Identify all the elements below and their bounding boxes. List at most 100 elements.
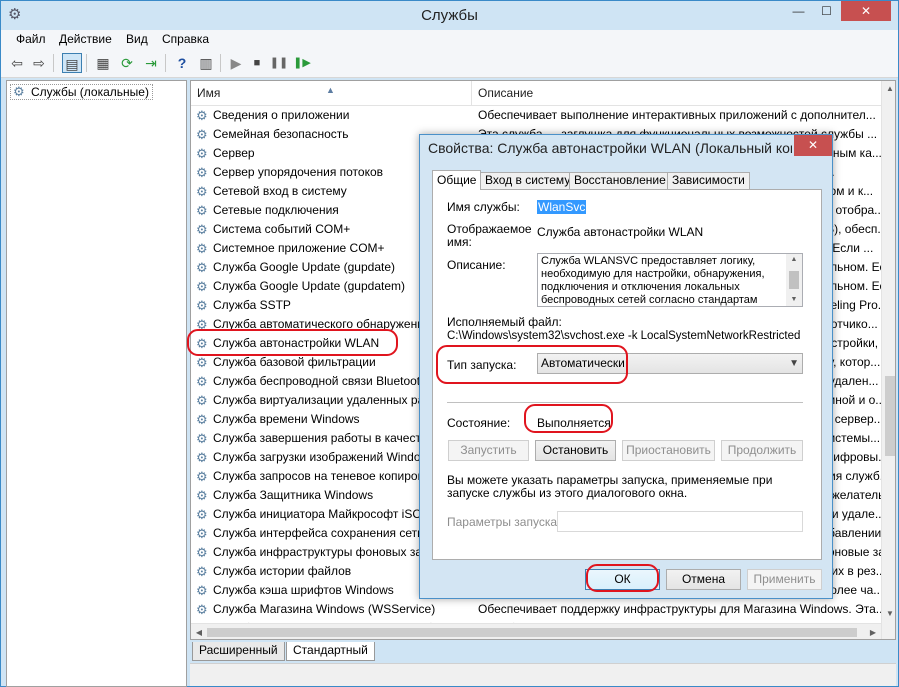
properties-icon[interactable]: ▦ <box>93 53 113 73</box>
apply-button[interactable]: Применить <box>747 569 822 590</box>
status-label: Состояние: <box>447 416 511 430</box>
service-gear-icon: ⚙ <box>196 602 208 617</box>
service-gear-icon: ⚙ <box>196 564 208 579</box>
display-name-value: Служба автонастройки WLAN <box>537 225 704 239</box>
minimize-button[interactable]: — <box>785 1 812 21</box>
menu-help[interactable]: Справка <box>162 32 209 46</box>
startup-type-label: Тип запуска: <box>447 358 517 372</box>
service-gear-icon: ⚙ <box>196 317 208 332</box>
description-label: Описание: <box>447 258 506 272</box>
tab-dependencies[interactable]: Зависимости <box>667 172 750 189</box>
tab-recovery[interactable]: Восстановление <box>569 172 671 189</box>
column-header-name-label: Имя <box>197 86 221 100</box>
properties-dialog: Свойства: Служба автонастройки WLAN (Лок… <box>419 134 833 599</box>
refresh-icon[interactable]: ⟳ <box>117 53 137 73</box>
service-description-cell: Обеспечивает выполнение интерактивных пр… <box>478 108 876 122</box>
forward-icon[interactable]: ⇨ <box>29 53 49 73</box>
restart-service-icon[interactable]: ❚▶ <box>292 53 312 73</box>
startup-params-input[interactable] <box>557 511 803 532</box>
services-gear-icon: ⚙ <box>13 84 25 99</box>
divider <box>447 402 803 403</box>
maximize-button[interactable]: ☐ <box>813 1 840 21</box>
service-gear-icon: ⚙ <box>196 431 208 446</box>
list-header: ▲ Имя Описание <box>191 81 881 106</box>
scroll-down-icon[interactable]: ▼ <box>882 606 895 622</box>
menu-action[interactable]: Действие <box>59 32 112 46</box>
resume-button[interactable]: Продолжить <box>721 440 803 461</box>
column-header-name[interactable]: ▲ Имя <box>191 81 472 106</box>
ok-button[interactable]: ОК <box>585 569 660 590</box>
pause-button[interactable]: Приостановить <box>622 440 715 461</box>
startup-params-label: Параметры запуска: <box>447 515 561 529</box>
console-tree-icon[interactable]: ▤ <box>62 53 82 73</box>
service-gear-icon: ⚙ <box>196 393 208 408</box>
cancel-button[interactable]: Отмена <box>666 569 741 590</box>
service-gear-icon: ⚙ <box>196 583 208 598</box>
menu-bar: Файл Действие Вид Справка <box>1 30 898 48</box>
status-value: Выполняется <box>537 416 611 430</box>
menu-file[interactable]: Файл <box>16 32 46 46</box>
startup-type-value: Автоматически <box>541 356 625 370</box>
service-name-cell: Служба Магазина Windows (WSService) <box>213 602 436 616</box>
stop-service-icon[interactable]: ■ <box>247 53 267 73</box>
scroll-up-icon[interactable]: ▲ <box>786 254 802 266</box>
tab-extended[interactable]: Расширенный <box>192 642 285 661</box>
service-name-value[interactable]: WlanSvc <box>537 200 587 214</box>
service-gear-icon: ⚙ <box>196 374 208 389</box>
startup-params-hint: Вы можете указать параметры запуска, при… <box>447 473 773 500</box>
show-hide-pane-icon[interactable]: ▥ <box>196 53 216 73</box>
service-gear-icon: ⚙ <box>196 203 208 218</box>
description-scrollbar[interactable]: ▲ ▼ <box>786 254 802 306</box>
start-button[interactable]: Запустить <box>448 440 529 461</box>
service-gear-icon: ⚙ <box>196 127 208 142</box>
stop-button[interactable]: Остановить <box>535 440 616 461</box>
tab-general[interactable]: Общие <box>432 170 482 190</box>
toolbar: ⇦ ⇨ ▤ ▦ ⟳ ⇥ ? ▥ ▶ ■ ❚❚ ❚▶ <box>1 48 898 78</box>
service-gear-icon: ⚙ <box>196 469 208 484</box>
service-gear-icon: ⚙ <box>196 412 208 427</box>
service-gear-icon: ⚙ <box>196 355 208 370</box>
title-bar: ⚙ Службы — ☐ ✕ <box>1 1 898 30</box>
scroll-thumb[interactable] <box>885 376 895 456</box>
tree-item-services-local[interactable]: ⚙ Службы (локальные) <box>10 84 153 100</box>
tree-item-label: Службы (локальные) <box>31 85 149 99</box>
service-gear-icon: ⚙ <box>196 507 208 522</box>
help-icon[interactable]: ? <box>172 53 192 73</box>
pause-service-icon[interactable]: ❚❚ <box>269 53 289 73</box>
horizontal-scrollbar[interactable]: ◀ ▶ <box>191 623 881 639</box>
description-textbox[interactable]: Служба WLANSVC предоставляет логику, нео… <box>537 253 803 307</box>
table-row[interactable]: ⚙ Служба Магазина Windows (WSService) Обес… <box>191 600 881 619</box>
scroll-right-icon[interactable]: ▶ <box>865 624 881 639</box>
tab-standard[interactable]: Стандартный <box>286 642 375 661</box>
service-name-label: Имя службы: <box>447 200 520 214</box>
start-service-icon[interactable]: ▶ <box>226 53 246 73</box>
window-title: Службы <box>421 7 478 24</box>
dialog-title: Свойства: Служба автонастройки WLAN (Лок… <box>428 140 792 156</box>
description-text: Служба WLANSVC предоставляет логику, нео… <box>541 255 765 306</box>
service-gear-icon: ⚙ <box>196 336 208 351</box>
service-gear-icon: ⚙ <box>196 260 208 275</box>
column-header-description[interactable]: Описание <box>472 81 881 106</box>
general-tab-panel: Имя службы: WlanSvc Отображаемое имя: Сл… <box>432 189 822 560</box>
startup-type-select[interactable]: Автоматически ▼ <box>537 353 803 374</box>
table-row[interactable]: ⚙ Сведения о приложении Обеспечивает выпол… <box>191 106 881 125</box>
scroll-thumb-horizontal[interactable] <box>207 628 857 637</box>
service-gear-icon: ⚙ <box>196 488 208 503</box>
export-list-icon[interactable]: ⇥ <box>141 53 161 73</box>
scroll-left-icon[interactable]: ◀ <box>191 624 207 639</box>
console-tree: ⚙ Службы (локальные) <box>6 80 187 687</box>
display-name-label: Отображаемое имя: <box>447 222 532 249</box>
dialog-close-button[interactable]: ✕ <box>794 135 832 156</box>
scroll-up-icon[interactable]: ▲ <box>882 81 895 97</box>
chevron-down-icon: ▼ <box>789 358 799 369</box>
tab-log-on[interactable]: Вход в систему <box>480 172 576 189</box>
back-icon[interactable]: ⇦ <box>7 53 27 73</box>
scroll-down-icon[interactable]: ▼ <box>786 294 802 306</box>
service-gear-icon: ⚙ <box>196 184 208 199</box>
menu-view[interactable]: Вид <box>126 32 148 46</box>
vertical-scrollbar[interactable]: ▲ ▼ <box>881 81 895 639</box>
service-gear-icon: ⚙ <box>196 146 208 161</box>
close-button[interactable]: ✕ <box>841 1 891 21</box>
service-gear-icon: ⚙ <box>196 526 208 541</box>
service-name-cell: Сведения о приложении <box>213 108 350 122</box>
